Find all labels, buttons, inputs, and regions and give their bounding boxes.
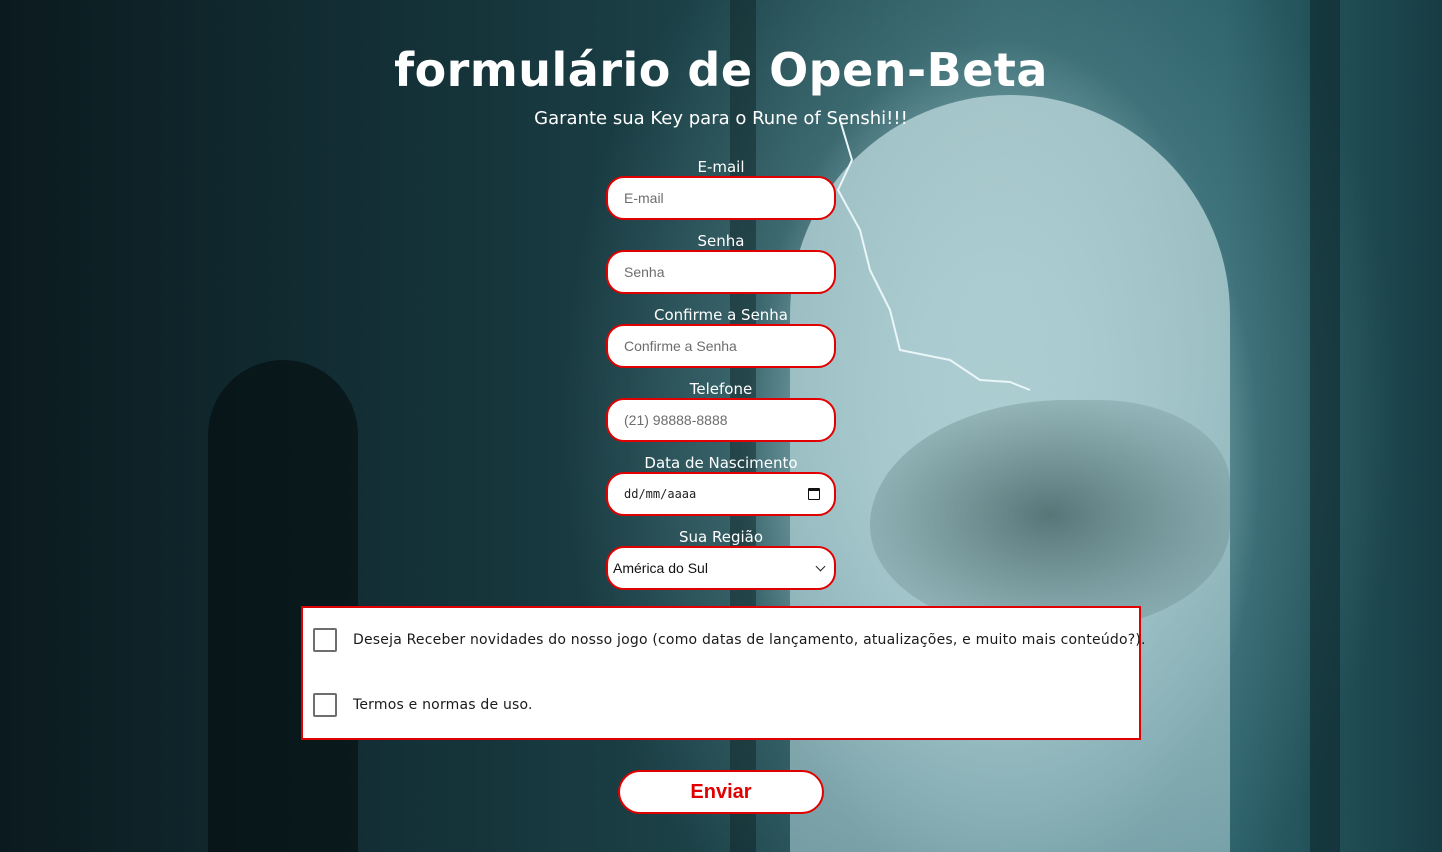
newsletter-checkbox[interactable] xyxy=(313,628,337,652)
region-label: Sua Região xyxy=(678,528,764,546)
phone-label: Telefone xyxy=(689,380,753,398)
password-label: Senha xyxy=(697,232,745,250)
submit-button[interactable]: Enviar xyxy=(618,770,824,814)
chevron-down-icon xyxy=(815,561,826,571)
terms-label: Termos e normas de uso. xyxy=(353,697,533,713)
confirm-password-field[interactable] xyxy=(606,324,836,368)
open-beta-form-page: formulário de Open-Beta Garante sua Key … xyxy=(0,0,1442,852)
email-field[interactable] xyxy=(606,176,836,220)
birth-date-field[interactable]: dd/mm/aaaa xyxy=(606,472,836,516)
newsletter-row: Deseja Receber novidades do nosso jogo (… xyxy=(313,628,1146,652)
consent-panel: Deseja Receber novidades do nosso jogo (… xyxy=(301,606,1146,740)
region-selected-value: América do Sul xyxy=(613,560,708,576)
password-field[interactable] xyxy=(606,250,836,294)
terms-row: Termos e normas de uso. xyxy=(313,693,533,717)
email-label: E-mail xyxy=(697,158,745,176)
newsletter-label: Deseja Receber novidades do nosso jogo (… xyxy=(353,632,1146,648)
calendar-icon[interactable] xyxy=(808,488,820,500)
region-select[interactable]: América do Sul xyxy=(606,546,836,590)
terms-checkbox[interactable] xyxy=(313,693,337,717)
page-title: formulário de Open-Beta xyxy=(394,43,1048,97)
birth-date-value: dd/mm/aaaa xyxy=(624,487,697,501)
birth-date-label: Data de Nascimento xyxy=(644,454,798,472)
phone-field[interactable] xyxy=(606,398,836,442)
page-subtitle: Garante sua Key para o Rune of Senshi!!! xyxy=(534,108,908,129)
confirm-password-label: Confirme a Senha xyxy=(653,306,789,324)
